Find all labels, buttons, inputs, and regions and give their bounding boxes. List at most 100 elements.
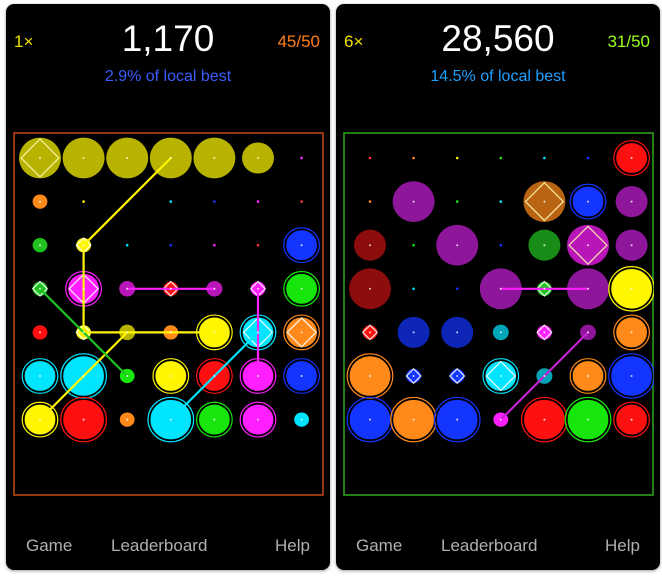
piece-center-dot — [543, 331, 546, 334]
empty-cell-dot — [368, 200, 372, 203]
piece-center-dot — [169, 375, 172, 377]
piece-center-dot — [412, 200, 415, 203]
piece-center-dot — [499, 287, 502, 290]
empty-cell-dot — [586, 156, 590, 160]
game-board[interactable] — [343, 132, 654, 496]
piece-center-dot — [587, 375, 589, 377]
board-border — [343, 132, 654, 496]
empty-cell-dot — [82, 200, 85, 203]
piece-center-dot — [39, 375, 41, 377]
game-board[interactable] — [13, 132, 324, 496]
empty-cell-dot — [412, 287, 415, 291]
piece-center-dot — [630, 331, 633, 334]
moves-counter: 45/50 — [277, 32, 320, 51]
piece-center-dot — [39, 418, 41, 421]
piece-center-dot — [630, 287, 633, 290]
piece-center-dot — [587, 418, 589, 421]
piece-center-dot — [213, 331, 216, 334]
piece-center-dot — [300, 331, 303, 334]
piece-center-dot — [126, 331, 129, 334]
board-canvas[interactable] — [343, 132, 654, 496]
nav-help-button[interactable]: Help — [605, 536, 640, 556]
piece-center-dot — [587, 331, 589, 334]
piece-center-dot — [499, 375, 502, 377]
piece-center-dot — [369, 287, 371, 290]
piece-center-dot — [82, 331, 85, 334]
empty-cell-dot — [368, 156, 372, 160]
piece-center-dot — [369, 244, 371, 247]
nav-help-button[interactable]: Help — [275, 536, 310, 556]
piece-center-dot — [300, 418, 303, 421]
piece-center-dot — [300, 375, 303, 377]
piece-center-dot — [630, 418, 633, 421]
piece-center-dot — [82, 287, 85, 290]
piece-center-dot — [82, 157, 85, 159]
piece-center-dot — [169, 418, 172, 421]
empty-cell-dot — [455, 156, 459, 160]
piece-center-dot — [630, 200, 633, 203]
piece-center-dot — [169, 287, 172, 290]
piece-center-dot — [82, 244, 85, 247]
piece-center-dot — [587, 244, 589, 247]
piece-center-dot — [587, 200, 589, 203]
piece-center-dot — [630, 244, 633, 247]
empty-cell-dot — [300, 200, 303, 203]
piece-center-dot — [412, 375, 415, 377]
nav-game-button[interactable]: Game — [356, 536, 402, 556]
bottom-nav: Game Leaderboard Help — [336, 536, 660, 562]
local-best-percent: 2.9% of local best — [104, 68, 232, 85]
empty-cell-dot — [499, 156, 503, 160]
empty-cell-dot — [125, 243, 129, 247]
empty-cell-dot — [213, 243, 216, 247]
empty-cell-dot — [412, 156, 415, 160]
nav-game-button[interactable]: Game — [26, 536, 72, 556]
piece-center-dot — [82, 375, 85, 377]
empty-cell-dot — [300, 156, 303, 160]
piece-center-dot — [126, 287, 129, 290]
piece-center-dot — [587, 287, 589, 290]
piece-center-dot — [257, 375, 259, 377]
piece-center-dot — [456, 375, 459, 377]
board-canvas[interactable] — [13, 132, 324, 496]
game-screen-right: 6× 28,560 31/50 14.5% of local best Game… — [336, 4, 660, 570]
empty-cell-dot — [499, 243, 503, 247]
piece-center-dot — [39, 331, 41, 334]
empty-cell-dot — [499, 200, 503, 203]
moves-counter: 31/50 — [607, 32, 650, 51]
piece-center-dot — [630, 375, 633, 377]
piece-center-dot — [543, 418, 546, 421]
piece-center-dot — [257, 418, 259, 421]
piece-center-dot — [300, 287, 303, 290]
piece-center-dot — [213, 287, 216, 290]
piece-center-dot — [257, 331, 259, 334]
piece-center-dot — [257, 157, 259, 159]
game-screen-left: 1× 1,170 45/50 2.9% of local best Game L… — [6, 4, 330, 570]
piece-center-dot — [543, 200, 546, 203]
piece-center-dot — [169, 157, 172, 159]
empty-cell-dot — [543, 156, 546, 160]
empty-cell-dot — [455, 200, 459, 203]
piece-center-dot — [82, 418, 85, 421]
empty-cell-dot — [256, 243, 260, 247]
piece-center-dot — [213, 418, 216, 421]
piece-center-dot — [543, 244, 546, 247]
piece-center-dot — [300, 244, 303, 247]
empty-cell-dot — [455, 287, 459, 291]
piece-center-dot — [412, 418, 415, 421]
empty-cell-dot — [169, 200, 173, 203]
piece-center-dot — [126, 418, 129, 421]
piece-center-dot — [39, 287, 41, 290]
empty-cell-dot — [213, 200, 216, 203]
piece-center-dot — [126, 375, 129, 377]
nav-leaderboard-button[interactable]: Leaderboard — [441, 536, 537, 556]
empty-cell-dot — [256, 200, 260, 203]
piece-center-dot — [39, 200, 41, 203]
piece-center-dot — [499, 331, 502, 334]
empty-cell-dot — [169, 243, 173, 247]
piece-center-dot — [39, 244, 41, 247]
board-border — [13, 132, 324, 496]
nav-leaderboard-button[interactable]: Leaderboard — [111, 536, 207, 556]
piece-center-dot — [126, 157, 129, 159]
piece-center-dot — [169, 331, 172, 334]
piece-center-dot — [456, 418, 459, 421]
